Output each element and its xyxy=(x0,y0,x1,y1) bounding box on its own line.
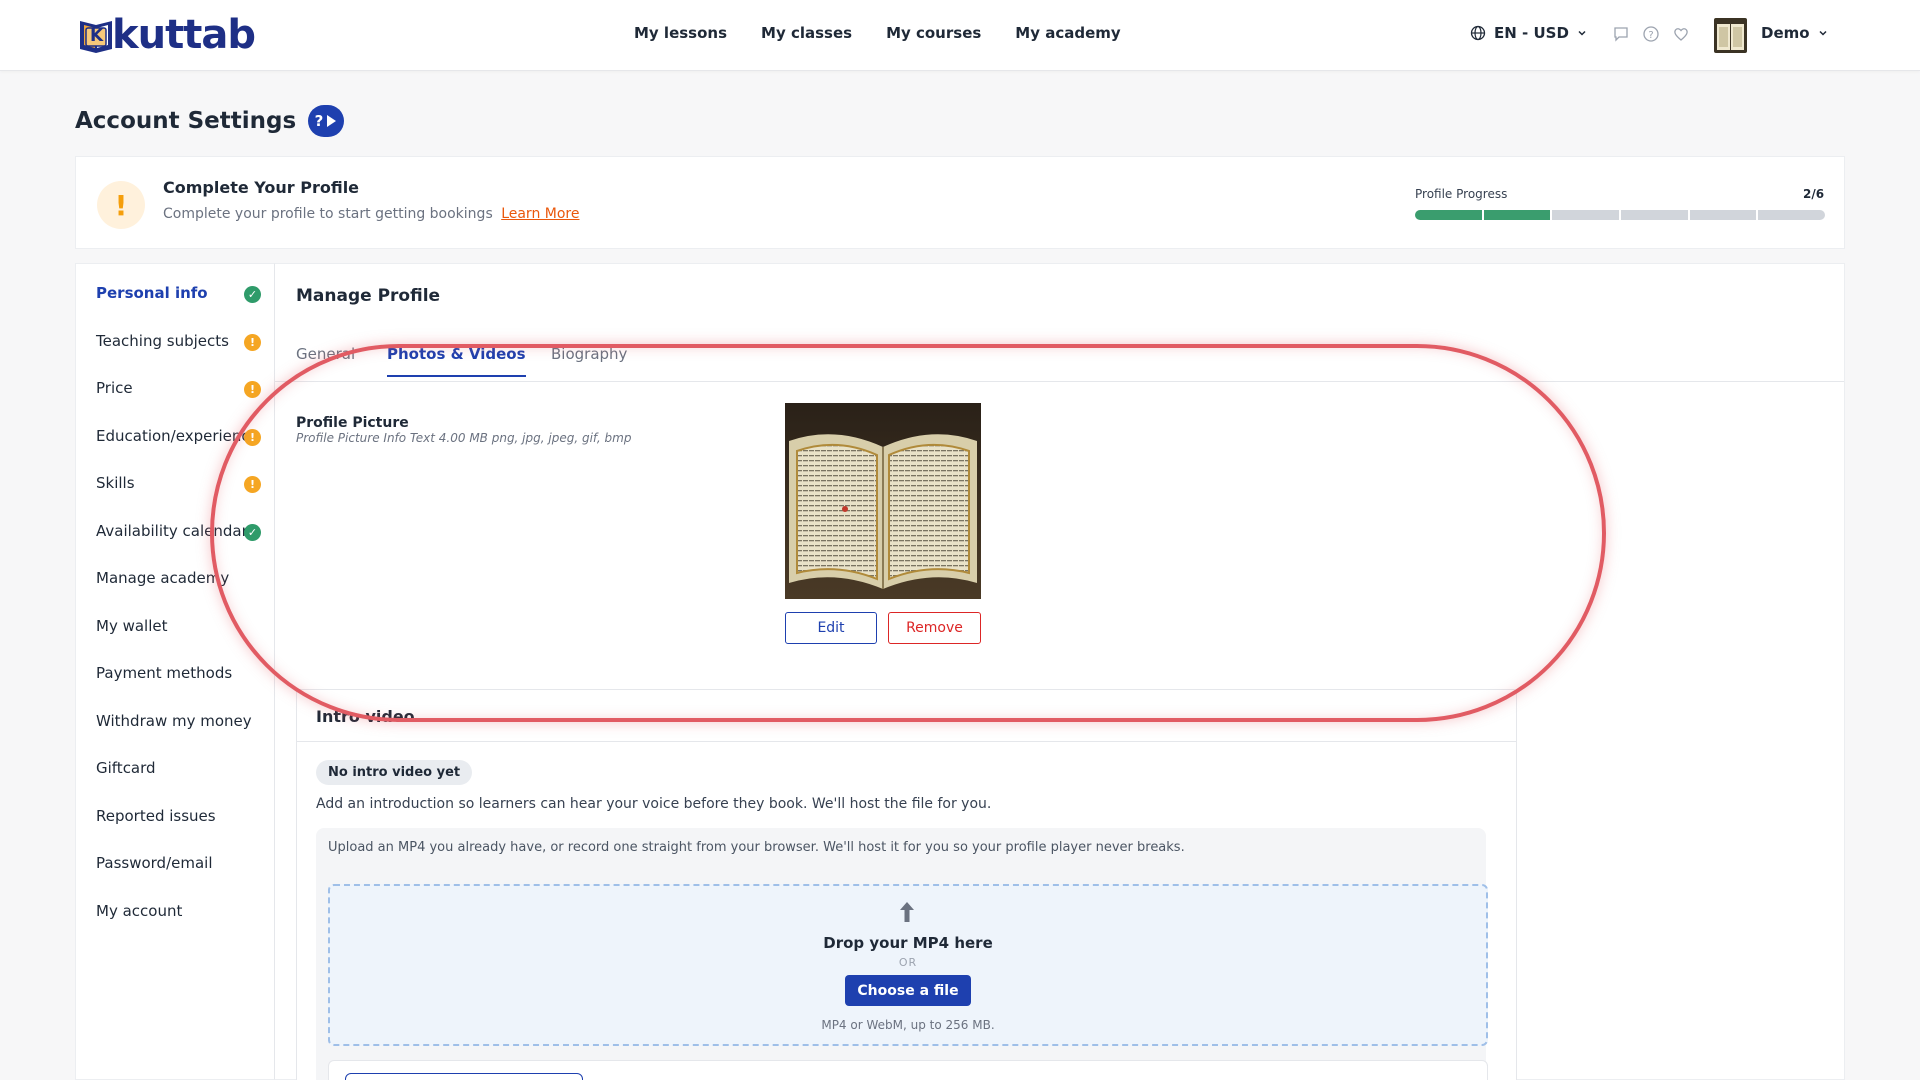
drop-or: OR xyxy=(898,956,918,969)
chevron-down-icon xyxy=(1819,30,1827,36)
sidebar-item-personal-info[interactable]: Personal info xyxy=(96,284,208,302)
progress-segment xyxy=(1758,210,1825,220)
main-nav: My lessons My classes My courses My acad… xyxy=(634,24,1121,42)
nav-my-lessons[interactable]: My lessons xyxy=(634,24,727,42)
nav-my-academy[interactable]: My academy xyxy=(1015,24,1120,42)
profile-progress-bar xyxy=(1415,210,1825,220)
tab-photos-videos[interactable]: Photos & Videos xyxy=(387,345,526,377)
avatar[interactable] xyxy=(1714,18,1747,53)
sidebar-item-skills[interactable]: Skills xyxy=(96,474,135,492)
sidebar-item-giftcard[interactable]: Giftcard xyxy=(96,759,156,777)
svg-text:?: ? xyxy=(1648,30,1653,41)
svg-text:?: ? xyxy=(315,112,324,130)
progress-segment xyxy=(1689,210,1757,220)
warning-icon: ! xyxy=(244,381,261,398)
main-title: Manage Profile xyxy=(296,286,441,306)
record-button[interactable] xyxy=(345,1073,583,1080)
choose-file-button[interactable]: Choose a file xyxy=(845,975,971,1006)
sidebar-item-password-email[interactable]: Password/email xyxy=(96,854,212,872)
manage-profile-panel: Manage Profile General Photos & Videos B… xyxy=(274,263,1845,1080)
nav-my-courses[interactable]: My courses xyxy=(886,24,981,42)
chevron-down-icon xyxy=(1578,30,1586,36)
completion-subtitle: Complete your profile to start getting b… xyxy=(163,206,579,222)
language-currency-selector[interactable]: EN - USD xyxy=(1470,24,1587,42)
remove-picture-button[interactable]: Remove xyxy=(888,612,981,644)
sidebar-item-price[interactable]: Price xyxy=(96,379,133,397)
chat-icon[interactable] xyxy=(1612,25,1630,43)
user-menu[interactable]: Demo xyxy=(1761,24,1828,42)
record-panel xyxy=(328,1060,1488,1080)
progress-count: 2/6 xyxy=(1803,187,1825,201)
progress-segment xyxy=(1621,210,1688,220)
tab-general[interactable]: General xyxy=(296,345,355,375)
completion-subtitle-text: Complete your profile to start getting b… xyxy=(163,206,493,222)
logo-text: kuttab xyxy=(112,12,256,58)
check-icon: ✓ xyxy=(244,523,261,541)
page-title-text: Account Settings xyxy=(75,108,297,134)
profile-picture-image xyxy=(785,403,981,599)
header-icons: ? xyxy=(1612,25,1690,43)
logo-book-icon: K xyxy=(77,15,115,55)
sidebar-item-manage-academy[interactable]: Manage academy xyxy=(96,569,229,587)
language-label: EN - USD xyxy=(1494,24,1569,42)
sidebar-item-teaching-subjects[interactable]: Teaching subjects xyxy=(96,332,229,350)
logo-letter: K xyxy=(90,26,104,46)
help-video-icon[interactable]: ? xyxy=(308,105,345,137)
nav-my-classes[interactable]: My classes xyxy=(761,24,852,42)
intro-video-description: Add an introduction so learners can hear… xyxy=(316,796,992,812)
profile-tabs: General Photos & Videos Biography xyxy=(275,334,1844,382)
page-title: Account Settings ? xyxy=(75,105,345,137)
user-name: Demo xyxy=(1761,24,1810,42)
sidebar-item-my-wallet[interactable]: My wallet xyxy=(96,617,168,635)
help-icon[interactable]: ? xyxy=(1642,25,1660,43)
status-badge: No intro video yet xyxy=(316,760,473,785)
progress-segment xyxy=(1483,210,1551,220)
upload-arrow-icon xyxy=(895,900,919,926)
video-drop-zone[interactable]: Drop your MP4 here OR Choose a file MP4 … xyxy=(328,884,1488,1046)
warning-icon: ! xyxy=(244,476,261,493)
drop-title: Drop your MP4 here xyxy=(823,934,993,952)
completion-title: Complete Your Profile xyxy=(163,178,360,197)
intro-video-card: Intro video No intro video yet Add an in… xyxy=(296,689,1517,1080)
top-navigation-bar: K kuttab My lessons My classes My course… xyxy=(0,0,1920,71)
profile-picture-info: Profile Picture Info Text 4.00 MB png, j… xyxy=(296,431,632,445)
sidebar-item-withdraw-my-money[interactable]: Withdraw my money xyxy=(96,712,252,730)
progress-segment xyxy=(1552,210,1620,220)
tab-biography[interactable]: Biography xyxy=(551,345,627,375)
sidebar-item-reported-issues[interactable]: Reported issues xyxy=(96,807,216,825)
warning-icon: ! xyxy=(244,428,261,446)
edit-picture-button[interactable]: Edit xyxy=(785,612,877,644)
learn-more-link[interactable]: Learn More xyxy=(501,206,579,222)
sidebar-item-availability-calendar[interactable]: Availability calendar xyxy=(96,522,248,540)
warning-icon: ! xyxy=(97,181,145,229)
progress-segment xyxy=(1415,210,1482,220)
globe-icon xyxy=(1470,25,1486,41)
intro-video-title: Intro video xyxy=(316,707,415,726)
settings-sidebar: Personal info ✓ Teaching subjects! Price! Ed… xyxy=(75,263,274,1080)
upload-note: Upload an MP4 you already have, or recor… xyxy=(328,840,1185,855)
kuttab-logo[interactable]: K kuttab xyxy=(77,12,256,58)
drop-hint: MP4 or WebM, up to 256 MB. xyxy=(821,1018,995,1032)
heart-icon[interactable] xyxy=(1672,25,1690,43)
sidebar-item-education-experience[interactable]: Education/experience xyxy=(96,427,259,445)
progress-label: Profile Progress xyxy=(1415,187,1508,201)
warning-icon: ! xyxy=(244,333,261,351)
check-icon: ✓ xyxy=(244,286,261,303)
intro-video-header: Intro video xyxy=(297,690,1516,742)
sidebar-item-my-account[interactable]: My account xyxy=(96,902,182,920)
profile-completion-card: ! Complete Your Profile Complete your pr… xyxy=(75,156,1845,249)
profile-picture-label: Profile Picture xyxy=(296,415,409,431)
sidebar-item-payment-methods[interactable]: Payment methods xyxy=(96,664,232,682)
upload-panel: Upload an MP4 you already have, or recor… xyxy=(316,828,1488,1080)
